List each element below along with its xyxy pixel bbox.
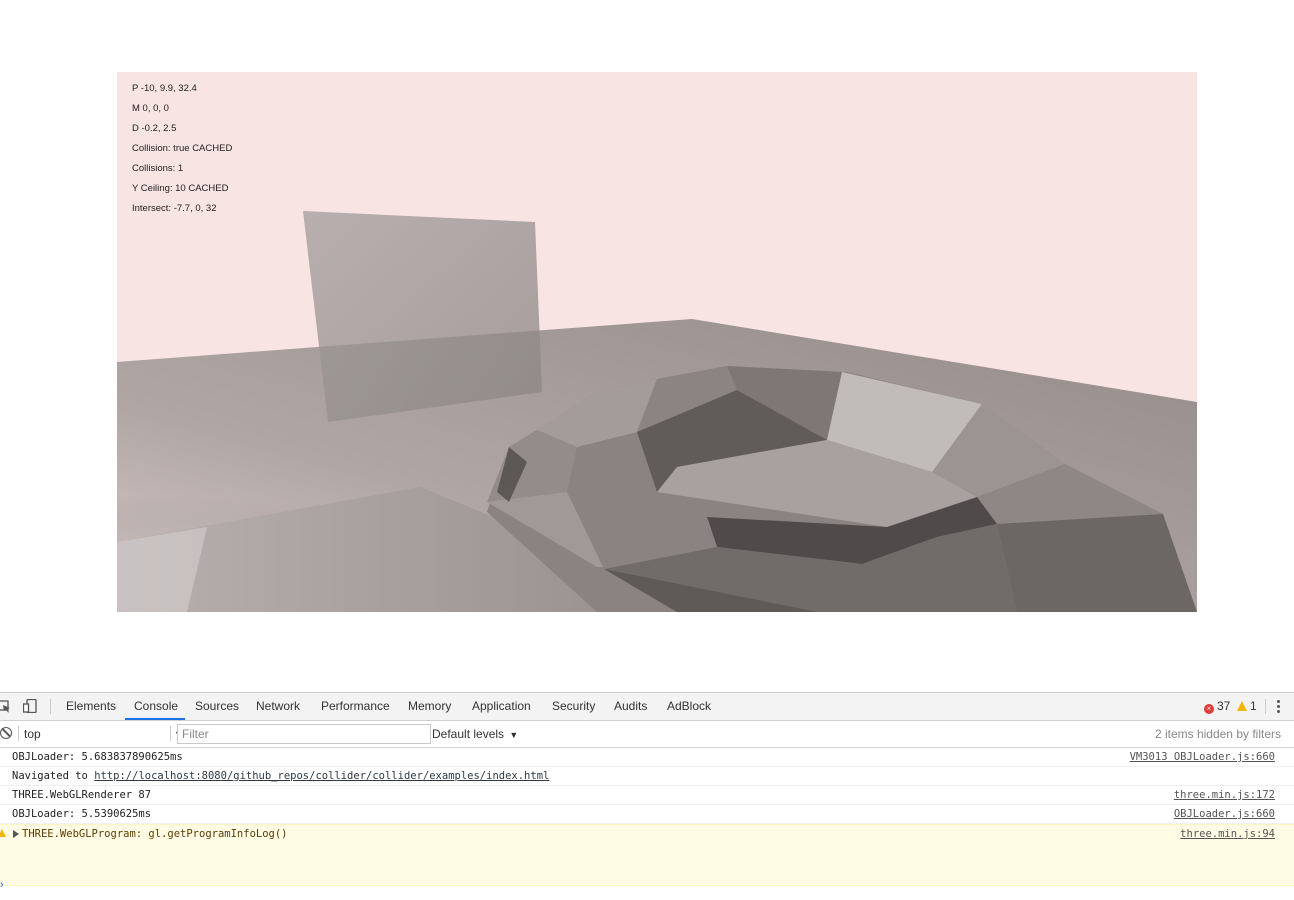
scene-render: [117, 211, 1197, 612]
source-link[interactable]: VM3013 OBJLoader.js:660: [1130, 748, 1275, 766]
tab-sources[interactable]: Sources: [195, 693, 239, 720]
toolbar-divider: [170, 726, 171, 741]
inspect-icon[interactable]: [0, 699, 11, 713]
tab-elements[interactable]: Elements: [66, 693, 116, 720]
dropdown-arrow-icon: ▼: [509, 730, 519, 740]
console-prompt-icon[interactable]: ›: [0, 879, 4, 891]
navigated-prefix: Navigated to: [12, 770, 95, 782]
tab-application[interactable]: Application: [472, 693, 531, 720]
error-count: 37: [1217, 699, 1231, 713]
hud-intersect: Intersect: -7.7, 0, 32: [132, 203, 217, 214]
devtools-panel: Elements Console Sources Network Perform…: [0, 692, 1294, 900]
console-message[interactable]: THREE.WebGLProgram: gl.getProgramInfoLog…: [22, 825, 288, 843]
console-warning-row: THREE.WebGLProgram: gl.getProgramInfoLog…: [0, 824, 1294, 886]
webgl-canvas[interactable]: P -10, 9.9, 32.4 M 0, 0, 0 D -0.2, 2.5 C…: [117, 72, 1197, 612]
tab-network[interactable]: Network: [256, 693, 300, 720]
filter-input[interactable]: [177, 724, 431, 744]
translucent-wall: [303, 211, 542, 422]
console-message: THREE.WebGLRenderer 87: [12, 789, 152, 801]
devtools-tabbar: Elements Console Sources Network Perform…: [0, 693, 1294, 721]
tab-memory[interactable]: Memory: [408, 693, 451, 720]
warning-icon: [1237, 701, 1247, 711]
warning-icon: [0, 829, 6, 837]
tab-adblock[interactable]: AdBlock: [667, 693, 711, 720]
toolbar-divider: [1265, 699, 1266, 714]
console-message: OBJLoader: 5.683837890625ms: [12, 751, 183, 763]
error-counter[interactable]: × 37: [1204, 693, 1230, 720]
warning-count: 1: [1250, 699, 1257, 713]
debug-hud: P -10, 9.9, 32.4 M 0, 0, 0 D -0.2, 2.5 C…: [132, 83, 232, 223]
source-link[interactable]: three.min.js:172: [1174, 786, 1275, 804]
hidden-items-info: 2 items hidden by filters: [1154, 727, 1281, 741]
toolbar-divider: [50, 699, 51, 714]
console-row: THREE.WebGLRenderer 87 three.min.js:172: [0, 786, 1294, 805]
expand-triangle-icon[interactable]: [13, 830, 19, 838]
device-toolbar-icon[interactable]: [23, 699, 37, 713]
console-messages: OBJLoader: 5.683837890625ms VM3013 OBJLo…: [0, 748, 1294, 886]
hud-collision: Collision: true CACHED: [132, 143, 233, 154]
tab-security[interactable]: Security: [552, 693, 595, 720]
console-filterbar: top ▼ Default levels ▼ 2 items hidden by…: [0, 721, 1294, 748]
more-options-icon[interactable]: [1277, 700, 1281, 714]
console-row: Navigated to http://localhost:8080/githu…: [0, 767, 1294, 786]
log-levels-select[interactable]: Default levels ▼: [432, 724, 518, 744]
hud-y-ceiling: Y Ceiling: 10 CACHED: [132, 183, 229, 194]
console-message: Navigated to http://localhost:8080/githu…: [12, 767, 549, 785]
console-row: OBJLoader: 5.5390625ms OBJLoader.js:660: [0, 805, 1294, 824]
tab-console[interactable]: Console: [134, 693, 178, 720]
hud-position: P -10, 9.9, 32.4: [132, 83, 197, 94]
toolbar-divider: [18, 726, 19, 741]
console-row: OBJLoader: 5.683837890625ms VM3013 OBJLo…: [0, 748, 1294, 767]
log-levels-label: Default levels: [432, 727, 505, 741]
hud-movement: M 0, 0, 0: [132, 103, 169, 114]
active-tab-indicator: [125, 718, 185, 720]
context-select[interactable]: top ▼: [24, 724, 183, 744]
hud-collisions: Collisions: 1: [132, 163, 184, 174]
source-link[interactable]: three.min.js:94: [1180, 825, 1275, 843]
navigated-url-link[interactable]: http://localhost:8080/github_repos/colli…: [94, 770, 549, 782]
clear-console-icon[interactable]: [0, 727, 12, 739]
tab-performance[interactable]: Performance: [321, 693, 390, 720]
source-link[interactable]: OBJLoader.js:660: [1174, 805, 1275, 823]
error-icon: ×: [1204, 704, 1214, 714]
hud-direction: D -0.2, 2.5: [132, 123, 177, 134]
tab-audits[interactable]: Audits: [614, 693, 647, 720]
console-message: OBJLoader: 5.5390625ms: [12, 808, 152, 820]
warning-counter[interactable]: 1: [1237, 693, 1257, 720]
context-value: top: [24, 727, 41, 741]
